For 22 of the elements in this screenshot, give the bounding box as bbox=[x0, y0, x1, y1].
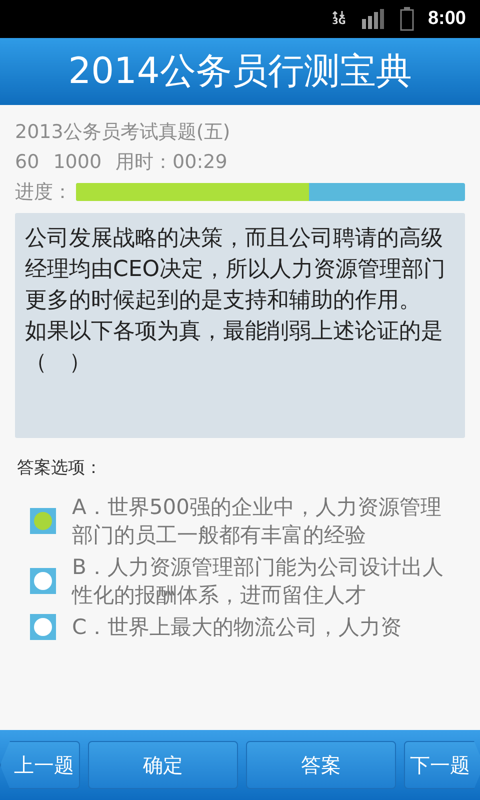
option-text[interactable]: C．世界上最大的物流公司，人力资 bbox=[72, 613, 452, 641]
exam-title: 2013公务员考试真题(五) bbox=[15, 120, 232, 145]
status-time: 8:00 bbox=[428, 8, 466, 30]
option-radio[interactable] bbox=[30, 614, 56, 640]
question-text: 如果以下各项为真，最能削弱上述论证的是（ ） bbox=[25, 318, 444, 377]
app-title: 2014公务员行测宝典 bbox=[68, 50, 412, 94]
nav-button[interactable]: 上一题 bbox=[0, 741, 80, 789]
exam-stat: 用时：00:29 bbox=[116, 150, 228, 175]
nav-button[interactable]: 答案 bbox=[246, 741, 396, 789]
nav-button[interactable]: 确定 bbox=[88, 741, 238, 789]
exam-stat: 1000 bbox=[53, 150, 102, 175]
question-text: 公司发展战略的决策，而且公司聘请的高级经理均由CEO决定，所以人力资源管理部门更多的时候起到的是支持和辅助的作用。 bbox=[25, 225, 447, 315]
nav-button[interactable]: 下一题 bbox=[404, 741, 480, 789]
signal-icon bbox=[362, 9, 386, 29]
option-radio[interactable] bbox=[30, 568, 56, 594]
exam-stat: 60 bbox=[15, 150, 40, 175]
option-text[interactable]: A．世界500强的企业中，人力资源管理部门的员工一般都有丰富的经验 bbox=[72, 493, 452, 549]
battery-icon bbox=[400, 7, 414, 31]
options-label: 答案选项： bbox=[17, 457, 103, 479]
option-radio[interactable] bbox=[30, 508, 56, 534]
option-text[interactable]: B．人力资源管理部门能为公司设计出人性化的报酬体系，进而留住人才 bbox=[72, 553, 452, 609]
progress-label: 进度： bbox=[15, 180, 72, 205]
